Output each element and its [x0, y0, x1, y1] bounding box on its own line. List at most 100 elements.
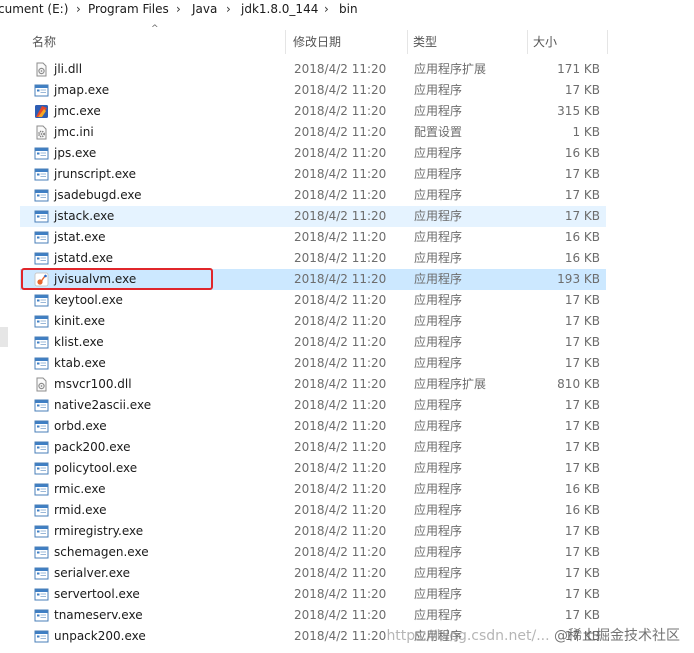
exe-icon	[34, 315, 49, 328]
column-header-date[interactable]: 修改日期	[287, 30, 405, 56]
file-name: jmc.ini	[54, 125, 94, 139]
file-type: 应用程序	[414, 482, 463, 496]
file-row[interactable]: jli.dll 2018/4/2 11:20 应用程序扩展 171 KB	[20, 59, 606, 80]
file-name: jps.exe	[54, 146, 97, 160]
file-type: 应用程序	[414, 83, 463, 97]
file-row[interactable]: jmap.exe 2018/4/2 11:20 应用程序 17 KB	[20, 80, 606, 101]
file-size: 16 KB	[564, 251, 600, 265]
file-row[interactable]: ktab.exe 2018/4/2 11:20 应用程序 17 KB	[20, 353, 606, 374]
file-date-modified: 2018/4/2 11:20	[294, 293, 387, 307]
column-divider[interactable]	[285, 30, 286, 54]
address-bar[interactable]: cument (E:) › Program Files › Java › jdk…	[0, 0, 694, 20]
file-name: ktab.exe	[54, 356, 106, 370]
file-row[interactable]: pack200.exe 2018/4/2 11:20 应用程序 17 KB	[20, 437, 606, 458]
file-date-modified: 2018/4/2 11:20	[294, 566, 387, 580]
file-type: 应用程序	[414, 461, 463, 475]
file-row[interactable]: jstack.exe 2018/4/2 11:20 应用程序 17 KB	[20, 206, 606, 227]
exe-icon	[34, 525, 49, 538]
file-size: 193 KB	[557, 272, 600, 286]
file-type: 应用程序	[414, 608, 463, 622]
file-name: keytool.exe	[54, 293, 123, 307]
column-header-type[interactable]: 类型	[407, 30, 525, 56]
column-header-name[interactable]: 名称	[26, 30, 284, 56]
file-row[interactable]: schemagen.exe 2018/4/2 11:20 应用程序 17 KB	[20, 542, 606, 563]
file-type: 应用程序	[414, 314, 463, 328]
file-date-modified: 2018/4/2 11:20	[294, 209, 387, 223]
file-row[interactable]: jmc.ini 2018/4/2 11:20 配置设置 1 KB	[20, 122, 606, 143]
file-date-modified: 2018/4/2 11:20	[294, 377, 387, 391]
file-name: jmc.exe	[54, 104, 101, 118]
chevron-right-icon: ›	[324, 2, 329, 16]
file-row[interactable]: serialver.exe 2018/4/2 11:20 应用程序 17 KB	[20, 563, 606, 584]
file-date-modified: 2018/4/2 11:20	[294, 356, 387, 370]
file-row[interactable]: kinit.exe 2018/4/2 11:20 应用程序 17 KB	[20, 311, 606, 332]
file-name: jmap.exe	[54, 83, 110, 97]
column-header: ^ 名称 修改日期 类型 大小	[0, 20, 694, 58]
file-date-modified: 2018/4/2 11:20	[294, 146, 387, 160]
file-size: 171 KB	[557, 62, 600, 76]
file-row[interactable]: native2ascii.exe 2018/4/2 11:20 应用程序 17 KB	[20, 395, 606, 416]
file-name: rmid.exe	[54, 503, 107, 517]
file-name: kinit.exe	[54, 314, 106, 328]
dll-icon	[36, 377, 47, 392]
file-row[interactable]: jstat.exe 2018/4/2 11:20 应用程序 16 KB	[20, 227, 606, 248]
column-divider[interactable]	[607, 30, 608, 54]
file-date-modified: 2018/4/2 11:20	[294, 188, 387, 202]
exe-icon	[34, 609, 49, 622]
exe-icon	[34, 168, 49, 181]
file-size: 1 KB	[572, 125, 600, 139]
file-name: unpack200.exe	[54, 629, 146, 643]
file-size: 17 KB	[564, 545, 600, 559]
file-name: tnameserv.exe	[54, 608, 143, 622]
column-header-size[interactable]: 大小	[527, 30, 607, 56]
file-row[interactable]: rmiregistry.exe 2018/4/2 11:20 应用程序 17 KB	[20, 521, 606, 542]
file-name: jstat.exe	[54, 230, 106, 244]
file-row[interactable]: jmc.exe 2018/4/2 11:20 应用程序 315 KB	[20, 101, 606, 122]
exe-icon	[34, 231, 49, 244]
breadcrumb-drive[interactable]: cument (E:)	[0, 2, 68, 16]
breadcrumb-bin[interactable]: bin	[339, 2, 358, 16]
file-date-modified: 2018/4/2 11:20	[294, 629, 387, 643]
file-row[interactable]: rmic.exe 2018/4/2 11:20 应用程序 16 KB	[20, 479, 606, 500]
file-row[interactable]: jsadebugd.exe 2018/4/2 11:20 应用程序 17 KB	[20, 185, 606, 206]
nav-pane-edge	[0, 327, 8, 347]
file-size: 17 KB	[564, 461, 600, 475]
file-date-modified: 2018/4/2 11:20	[294, 440, 387, 454]
file-date-modified: 2018/4/2 11:20	[294, 230, 387, 244]
file-type: 应用程序	[414, 251, 463, 265]
file-row[interactable]: servertool.exe 2018/4/2 11:20 应用程序 17 KB	[20, 584, 606, 605]
breadcrumb-program-files[interactable]: Program Files	[88, 2, 169, 16]
file-row[interactable]: jstatd.exe 2018/4/2 11:20 应用程序 16 KB	[20, 248, 606, 269]
file-date-modified: 2018/4/2 11:20	[294, 62, 387, 76]
file-type: 应用程序扩展	[414, 377, 487, 391]
file-row[interactable]: orbd.exe 2018/4/2 11:20 应用程序 17 KB	[20, 416, 606, 437]
file-row[interactable]: klist.exe 2018/4/2 11:20 应用程序 17 KB	[20, 332, 606, 353]
breadcrumb-java[interactable]: Java	[192, 2, 217, 16]
file-date-modified: 2018/4/2 11:20	[294, 167, 387, 181]
file-row[interactable]: jps.exe 2018/4/2 11:20 应用程序 16 KB	[20, 143, 606, 164]
file-row[interactable]: policytool.exe 2018/4/2 11:20 应用程序 17 KB	[20, 458, 606, 479]
file-row[interactable]: jrunscript.exe 2018/4/2 11:20 应用程序 17 KB	[20, 164, 606, 185]
file-size: 17 KB	[564, 419, 600, 433]
watermark-brand: @稀土掘金技术社区	[554, 628, 680, 644]
exe-icon	[34, 567, 49, 580]
file-size: 17 KB	[564, 587, 600, 601]
exe-icon	[34, 588, 49, 601]
breadcrumb-jdk[interactable]: jdk1.8.0_144	[241, 2, 318, 16]
file-type: 应用程序	[414, 587, 463, 601]
file-type: 应用程序	[414, 545, 463, 559]
file-size: 17 KB	[564, 188, 600, 202]
file-type: 应用程序	[414, 188, 463, 202]
file-name: orbd.exe	[54, 419, 107, 433]
chevron-right-icon: ›	[76, 2, 81, 16]
file-type: 应用程序	[414, 167, 463, 181]
file-size: 16 KB	[564, 230, 600, 244]
file-row[interactable]: rmid.exe 2018/4/2 11:20 应用程序 16 KB	[20, 500, 606, 521]
file-row[interactable]: tnameserv.exe 2018/4/2 11:20 应用程序 17 KB	[20, 605, 606, 626]
file-name: native2ascii.exe	[54, 398, 152, 412]
file-type: 应用程序	[414, 356, 463, 370]
file-date-modified: 2018/4/2 11:20	[294, 587, 387, 601]
file-row[interactable]: msvcr100.dll 2018/4/2 11:20 应用程序扩展 810 KB	[20, 374, 606, 395]
file-row[interactable]: keytool.exe 2018/4/2 11:20 应用程序 17 KB	[20, 290, 606, 311]
exe-icon	[34, 483, 49, 496]
